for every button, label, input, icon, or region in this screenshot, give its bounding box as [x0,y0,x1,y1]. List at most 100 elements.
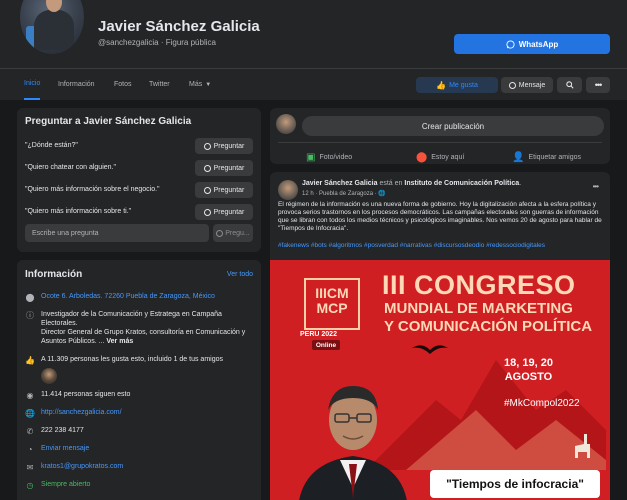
photo-video-label: Foto/video [319,153,353,161]
tag-friends-button[interactable]: 👤 Etiquetar amigos [512,150,581,164]
question-text: "Quiero más información sobre ti." [25,208,132,215]
address-link[interactable]: Ocote 6. Arboledas. 72260 Puebla de Zara… [41,292,251,301]
event-days: 18, 19, 20 [504,357,553,369]
submit-question-button[interactable]: Pregu... [213,224,253,242]
more-options-button[interactable]: ••• [586,77,610,93]
submit-question-label: Pregu... [225,229,250,237]
bio-line-2: Director General de Grupo Kratos, consul… [41,329,246,345]
question-row: "Quiero chatear con alguien." Preguntar [25,160,253,176]
ask-question-button[interactable]: Preguntar [195,138,253,154]
post-author-avatar[interactable] [278,180,298,200]
phone-text: 222 238 4177 [41,427,84,434]
followers-text: 11.414 personas siguen esto [41,391,131,398]
messenger-icon [216,229,224,237]
question-row: "Quiero más información sobre ti." Pregu… [25,204,253,220]
website-link[interactable]: http://sanchezgalicia.com/ [41,408,251,417]
caret-down-icon: ▼ [205,81,212,88]
friend-avatar[interactable] [41,368,57,384]
divider [278,142,602,143]
logo-line-2: MCP [316,300,348,316]
info-title: Información [25,269,83,280]
post-in-text: está en [379,180,403,187]
message-label: Mensaje [518,81,546,89]
online-badge: Online [312,340,340,350]
post-time[interactable]: 12 h · Puebla de Zaragoza · [302,191,377,197]
post-options-button[interactable]: ••• [592,182,599,191]
messenger-icon [508,81,516,89]
location-pin-icon: ⬤ [25,292,35,302]
clock-icon: ◷ [26,480,34,490]
profile-avatar[interactable] [18,0,86,56]
ask-question-button[interactable]: Preguntar [195,204,253,220]
post-hashtags[interactable]: #fakenews #bots #algoritmos #posverdad #… [278,242,604,249]
poster-title-line-2: MUNDIAL DE MARKETING [384,300,573,317]
globe-icon: 🌐 [25,408,35,418]
question-text: "Quiero más información sobre el negocio… [25,186,160,193]
thumbs-up-icon: 👍 [25,355,35,365]
photo-icon: ▣ [306,151,316,163]
search-button[interactable] [557,77,582,93]
tab-inicio[interactable]: Inicio [24,69,41,100]
envelope-icon: ✉ [26,462,34,472]
see-all-link[interactable]: Ver todo [227,271,253,278]
event-hashtag: #MkCompol2022 [504,398,580,409]
ask-question-button[interactable]: Preguntar [195,182,253,198]
tab-twitter[interactable]: Twitter [149,69,170,100]
event-month: AGOSTO [504,371,553,383]
question-input[interactable]: Escribe una pregunta [25,224,209,242]
ask-question-button[interactable]: Preguntar [195,160,253,176]
whatsapp-label: WhatsApp [518,39,559,49]
tab-mas[interactable]: Más ▼ [189,69,211,100]
likes-text: A 11.309 personas les gusta esto, inclui… [41,356,223,363]
profile-subtitle: @sanchezgalicia · Figura pública [98,38,216,47]
messenger-icon [203,186,211,194]
ellipsis-icon: ••• [592,182,599,191]
see-more-link[interactable]: Ver más [106,338,133,345]
globe-icon: 🌐 [378,191,386,197]
poster-tagline: "Tiempos de infocracia" [430,470,600,498]
speaker-photo [299,386,407,500]
message-button[interactable]: Mensaje [501,77,553,93]
info-card: Información Ver todo ⬤ Ocote 6. Arboleda… [17,260,261,500]
tab-informacion[interactable]: Información [58,69,95,100]
email-link[interactable]: kratos1@grupokratos.com [41,462,251,471]
post-text: El régimen de la información es una nuev… [278,201,602,232]
messenger-icon [203,164,211,172]
post-author-link[interactable]: Javier Sánchez Galicia [302,180,378,187]
photo-video-button[interactable]: ▣ Foto/video [306,150,352,164]
ellipsis-icon: ••• [594,80,603,90]
ask-button-label: Preguntar [213,142,245,150]
logo-peru-2022: PERU 2022 [300,331,337,338]
question-text: "¿Dónde están?" [25,142,78,149]
logo-line-1: IIICM [315,285,349,301]
profile-name: Javier Sánchez Galicia [98,18,260,35]
profile-header: Javier Sánchez Galicia @sanchezgalicia ·… [0,0,627,68]
bio-line-1: Investigador de la Comunicación y Estrat… [41,311,222,327]
tag-friends-icon: 👤 [512,151,525,163]
location-pin-icon: ⬤ [416,151,428,163]
post-image[interactable]: IIICM MCP PERU 2022 Online III CONGRESO … [270,260,610,500]
post-place-link[interactable]: Instituto de Comunicación Política [404,180,519,187]
messenger-icon [203,142,211,150]
like-label: Me gusta [449,81,478,89]
profile-nav: Inicio Información Fotos Twitter Más ▼ 👍… [0,68,627,100]
tab-fotos[interactable]: Fotos [114,69,132,100]
ask-card: Preguntar a Javier Sánchez Galicia "¿Dón… [17,108,261,252]
current-user-avatar[interactable] [276,114,296,134]
whatsapp-button[interactable]: WhatsApp [454,34,610,54]
tab-mas-label: Más [189,81,203,88]
question-text: "Quiero chatear con alguien." [25,164,116,171]
messenger-icon [203,208,211,216]
tag-friends-label: Etiquetar amigos [528,153,581,161]
event-dates: 18, 19, 20 AGOSTO [504,356,553,384]
info-icon: ⓘ [26,310,34,320]
create-post-card: Crear publicación ▣ Foto/video ⬤ Estoy a… [270,108,610,164]
like-button[interactable]: 👍 Me gusta [416,77,498,93]
ask-button-label: Preguntar [213,164,245,172]
check-in-button[interactable]: ⬤ Estoy aquí [416,150,464,164]
llama-graphic [575,434,590,458]
condor-graphic [412,345,448,354]
whatsapp-icon [506,39,515,49]
send-message-link[interactable]: Enviar mensaje [41,444,251,453]
create-post-input[interactable]: Crear publicación [302,116,604,136]
